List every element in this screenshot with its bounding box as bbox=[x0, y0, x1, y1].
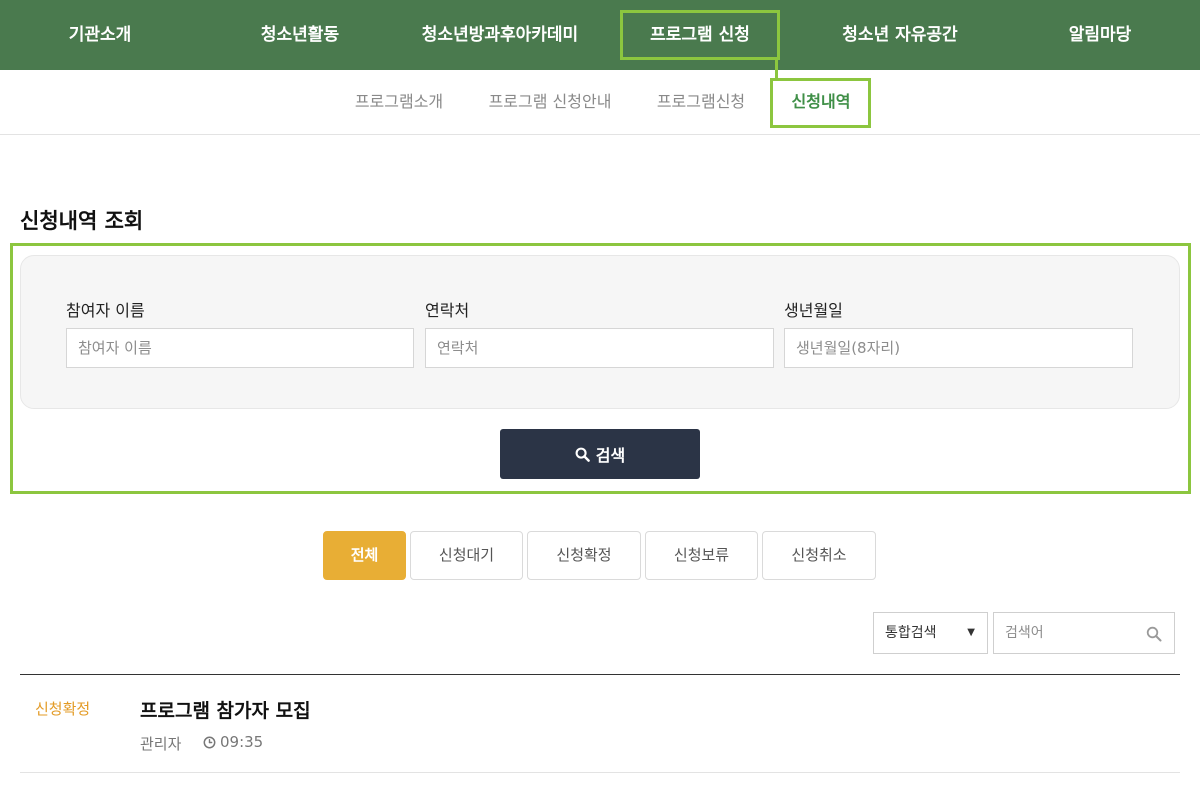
search-type-select[interactable]: 통합검색 ▼ bbox=[873, 612, 988, 654]
birthdate-input[interactable] bbox=[784, 328, 1133, 368]
tab-all[interactable]: 전체 bbox=[323, 531, 406, 580]
phone-input[interactable] bbox=[425, 328, 774, 368]
list-item-time: 09:35 bbox=[203, 733, 263, 751]
list-top-divider bbox=[20, 674, 1180, 675]
sub-nav-item-apply-guide[interactable]: 프로그램 신청안내 bbox=[474, 70, 626, 134]
tab-on-hold[interactable]: 신청보류 bbox=[645, 531, 758, 580]
search-icon bbox=[575, 447, 590, 462]
search-type-value: 통합검색 bbox=[885, 625, 937, 641]
search-icon[interactable] bbox=[1146, 626, 1162, 642]
chevron-down-icon: ▼ bbox=[967, 627, 975, 638]
top-nav-item-about[interactable]: 기관소개 bbox=[20, 0, 180, 70]
sub-nav: 프로그램소개 프로그램 신청안내 프로그램신청 신청내역 bbox=[0, 70, 1200, 135]
list-item-title[interactable]: 프로그램 참가자 모집 bbox=[140, 696, 311, 723]
search-button[interactable]: 검색 bbox=[500, 429, 700, 479]
tab-confirmed[interactable]: 신청확정 bbox=[527, 531, 641, 580]
status-badge: 신청확정 bbox=[35, 700, 91, 718]
sub-nav-item-application-history[interactable]: 신청내역 bbox=[774, 70, 868, 134]
sub-nav-item-program-apply[interactable]: 프로그램신청 bbox=[642, 70, 760, 134]
top-nav-item-notice[interactable]: 알림마당 bbox=[1020, 0, 1180, 70]
tab-cancelled[interactable]: 신청취소 bbox=[762, 531, 876, 580]
phone-field-label: 연락처 bbox=[425, 301, 470, 320]
top-nav-item-youth-activities[interactable]: 청소년활동 bbox=[220, 0, 380, 70]
search-button-label: 검색 bbox=[595, 446, 626, 465]
top-nav-item-program-apply[interactable]: 프로그램 신청 bbox=[622, 0, 778, 70]
top-nav: 기관소개 청소년활동 청소년방과후아카데미 프로그램 신청 청소년 자유공간 알… bbox=[0, 0, 1200, 70]
page-title: 신청내역 조회 bbox=[20, 209, 144, 233]
tab-pending[interactable]: 신청대기 bbox=[410, 531, 523, 580]
top-nav-item-youth-free-space[interactable]: 청소년 자유공간 bbox=[810, 0, 990, 70]
list-item-author: 관리자 bbox=[140, 735, 182, 753]
clock-icon bbox=[203, 736, 216, 748]
list-item-time-text: 09:35 bbox=[220, 733, 264, 751]
sub-nav-item-program-intro[interactable]: 프로그램소개 bbox=[340, 70, 458, 134]
birth-field-label: 생년월일 bbox=[784, 301, 843, 320]
name-field-label: 참여자 이름 bbox=[66, 301, 145, 320]
top-nav-item-afterschool-academy[interactable]: 청소년방과후아카데미 bbox=[400, 0, 600, 70]
list-bottom-divider bbox=[20, 772, 1180, 773]
participant-name-input[interactable] bbox=[66, 328, 414, 368]
